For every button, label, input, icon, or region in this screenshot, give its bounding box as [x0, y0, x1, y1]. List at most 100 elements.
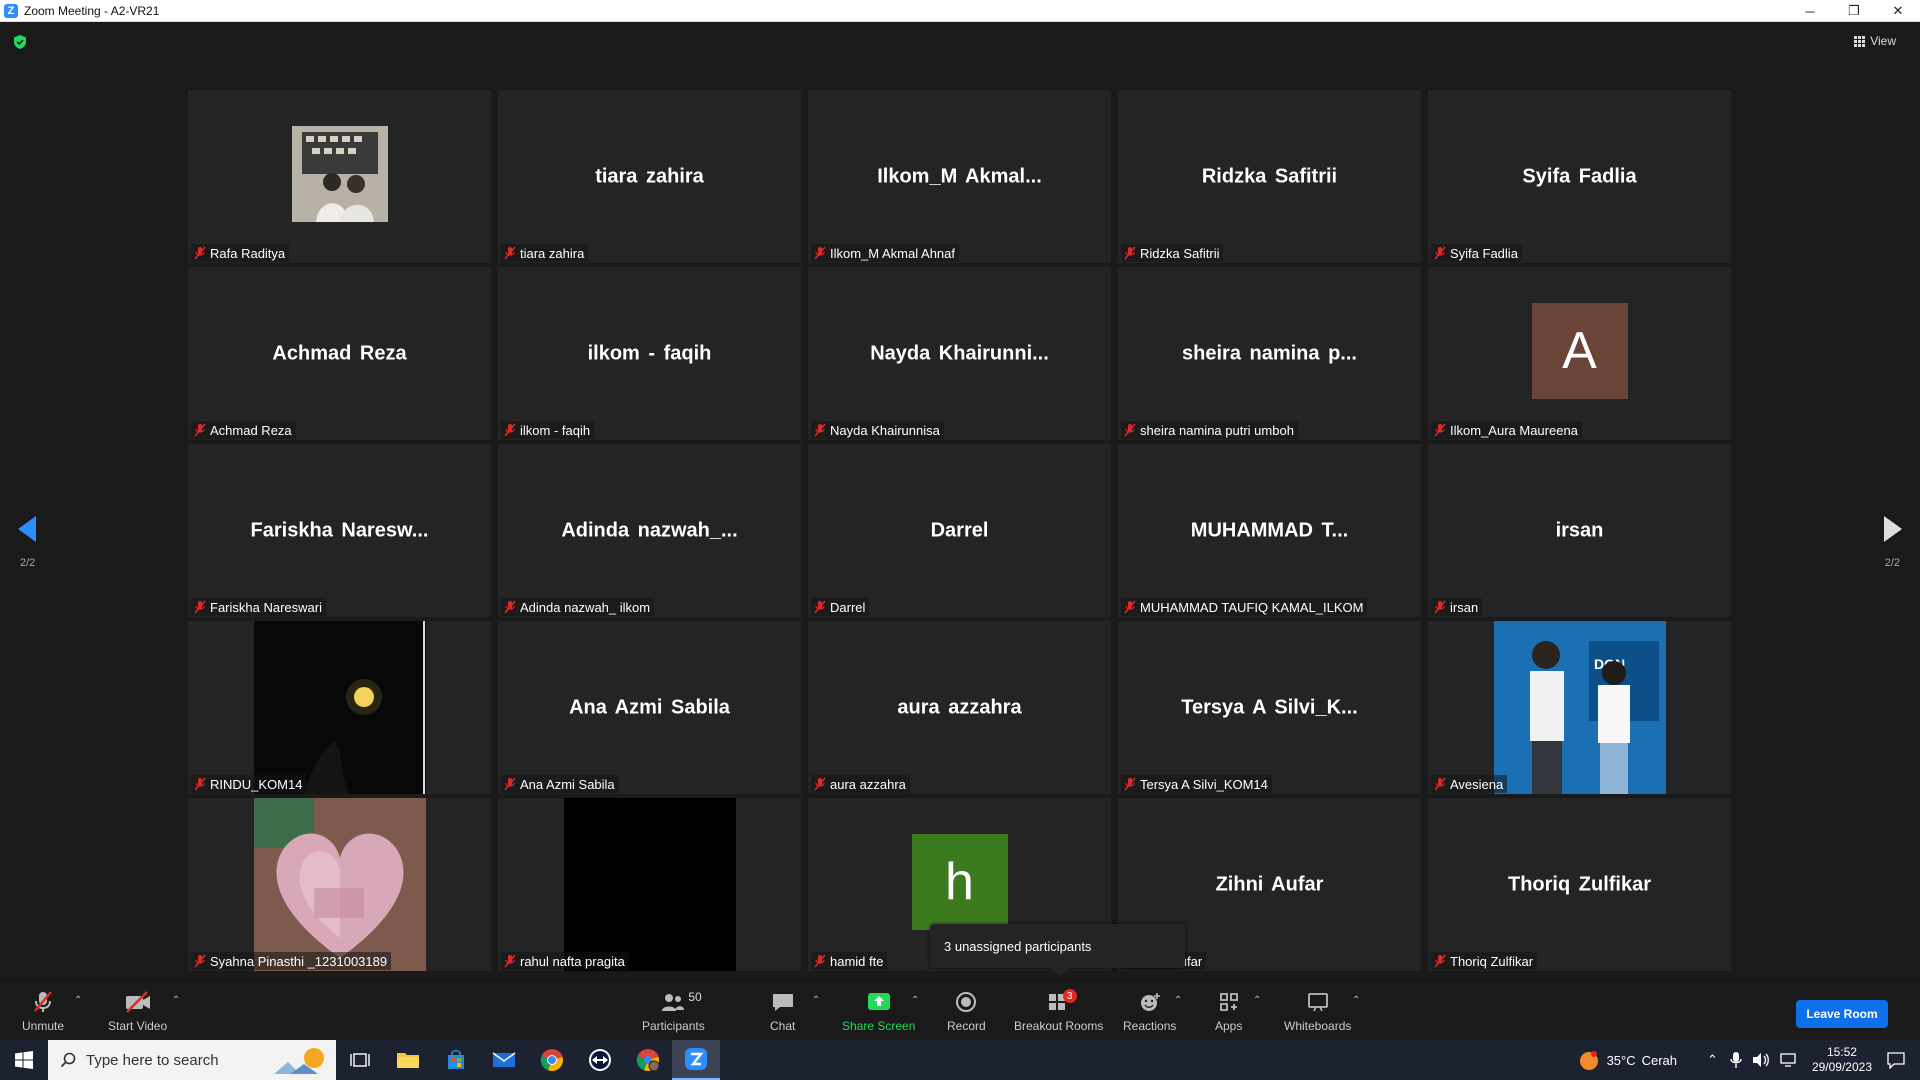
- participant-name: Nayda Khairunnisa: [830, 422, 940, 438]
- file-explorer-button[interactable]: [384, 1040, 432, 1080]
- participant-tile[interactable]: tiara zahira tiara zahira: [498, 90, 801, 263]
- participant-tile[interactable]: Rafa Raditya: [188, 90, 491, 263]
- participant-tile[interactable]: ilkom - faqih ilkom - faqih: [498, 267, 801, 440]
- muted-mic-icon: [1434, 246, 1446, 260]
- muted-mic-icon: [1124, 246, 1136, 260]
- minimize-button[interactable]: ─: [1788, 0, 1832, 22]
- audio-options-caret-icon[interactable]: ⌃: [74, 995, 82, 1006]
- muted-mic-icon: [1434, 777, 1446, 791]
- share-screen-icon: [867, 993, 890, 1010]
- start-button[interactable]: [0, 1040, 48, 1080]
- start-video-button[interactable]: Start Video: [108, 987, 167, 1033]
- leave-room-button[interactable]: Leave Room: [1796, 1000, 1888, 1028]
- volume-icon[interactable]: [1752, 1052, 1770, 1068]
- share-screen-button[interactable]: Share Screen: [842, 987, 915, 1033]
- breakout-rooms-label: Breakout Rooms: [1014, 1019, 1104, 1033]
- participant-tile[interactable]: Darrel Darrel: [808, 444, 1111, 617]
- share-options-caret-icon[interactable]: ⌃: [911, 995, 919, 1006]
- participant-tile[interactable]: Ilkom_M Akmal... Ilkom_M Akmal Ahnaf: [808, 90, 1111, 263]
- record-button[interactable]: Record: [947, 987, 986, 1033]
- participant-tile[interactable]: Syifa Fadlia Syifa Fadlia: [1428, 90, 1731, 263]
- chrome-icon: [540, 1049, 563, 1072]
- whiteboards-options-caret-icon[interactable]: ⌃: [1352, 995, 1360, 1006]
- weather-text[interactable]: Cerah: [1642, 1053, 1677, 1068]
- restore-button[interactable]: ❐: [1832, 0, 1876, 22]
- reactions-options-caret-icon[interactable]: ⌃: [1174, 995, 1182, 1006]
- participant-tile[interactable]: Adinda nazwah_... Adinda nazwah_ ilkom: [498, 444, 801, 617]
- participant-tile[interactable]: aura azzahra aura azzahra: [808, 621, 1111, 794]
- participant-tile[interactable]: Thoriq Zulfikar Thoriq Zulfikar: [1428, 798, 1731, 971]
- participant-display-name: Thoriq Zulfikar: [1508, 873, 1651, 895]
- participant-name-label: Fariskha Nareswari: [191, 598, 326, 616]
- weather-temp[interactable]: 35°C: [1607, 1053, 1636, 1068]
- meeting-toolbar: Unmute ⌃ Start Video ⌃ 50 Participants C…: [0, 980, 1920, 1040]
- participant-name: Ana Azmi Sabila: [520, 776, 615, 792]
- muted-mic-icon: [1434, 423, 1446, 437]
- chrome-button[interactable]: [528, 1040, 576, 1080]
- tray-overflow-chevron-icon[interactable]: ⌃: [1707, 1052, 1718, 1068]
- view-label: View: [1870, 34, 1896, 48]
- taskbar-search-box[interactable]: Type here to search: [48, 1040, 336, 1080]
- tray-microphone-icon[interactable]: [1730, 1051, 1742, 1069]
- apps-options-caret-icon[interactable]: ⌃: [1253, 995, 1261, 1006]
- record-label: Record: [947, 1019, 986, 1033]
- reactions-button[interactable]: Reactions: [1123, 987, 1176, 1033]
- teamviewer-button[interactable]: [576, 1040, 624, 1080]
- muted-mic-icon: [504, 246, 516, 260]
- participant-display-name: Tersya A Silvi_K...: [1181, 696, 1358, 718]
- participant-tile[interactable]: rahul nafta pragita: [498, 798, 801, 971]
- participant-tile[interactable]: Syahna Pinasthi _1231003189: [188, 798, 491, 971]
- windows-logo-icon: [15, 1051, 33, 1069]
- participant-tile[interactable]: irsan irsan: [1428, 444, 1731, 617]
- breakout-rooms-button[interactable]: 3 Breakout Rooms: [1014, 987, 1103, 1033]
- encryption-shield-icon[interactable]: [12, 34, 28, 50]
- chat-button[interactable]: Chat: [770, 987, 795, 1033]
- system-tray: 35°C Cerah ⌃ 15:52 29/09/2023: [1577, 1040, 1920, 1080]
- participant-tile[interactable]: Achmad Reza Achmad Reza: [188, 267, 491, 440]
- whiteboards-button[interactable]: Whiteboards: [1284, 987, 1351, 1033]
- chrome-profile-button[interactable]: [624, 1040, 672, 1080]
- muted-mic-icon: [194, 954, 206, 968]
- chrome-profile-icon: [636, 1049, 660, 1072]
- participant-display-name: tiara zahira: [595, 165, 704, 187]
- participant-tile[interactable]: MUHAMMAD T... MUHAMMAD TAUFIQ KAMAL_ILKOM: [1118, 444, 1421, 617]
- chat-options-caret-icon[interactable]: ⌃: [812, 995, 820, 1006]
- previous-page-arrow-icon[interactable]: [18, 516, 36, 542]
- participant-tile[interactable]: RINDU_KOM14: [188, 621, 491, 794]
- participant-name: MUHAMMAD TAUFIQ KAMAL_ILKOM: [1140, 599, 1364, 615]
- page-indicator-left: 2/2: [20, 557, 36, 569]
- participant-name: Darrel: [830, 599, 866, 615]
- participants-button[interactable]: 50 Participants: [642, 987, 705, 1033]
- participant-name: Achmad Reza: [210, 422, 292, 438]
- task-view-button[interactable]: [336, 1040, 384, 1080]
- participant-name-label: ilkom - faqih: [501, 421, 595, 439]
- network-icon[interactable]: [1780, 1052, 1798, 1068]
- participant-name-label: Ana Azmi Sabila: [501, 775, 619, 793]
- video-options-caret-icon[interactable]: ⌃: [172, 995, 180, 1006]
- close-button[interactable]: ✕: [1876, 0, 1920, 22]
- next-page-arrow-icon[interactable]: [1884, 516, 1902, 542]
- participant-tile[interactable]: Nayda Khairunni... Nayda Khairunnisa: [808, 267, 1111, 440]
- participant-display-name: Ana Azmi Sabila: [569, 696, 730, 718]
- participant-tile[interactable]: A Ilkom_Aura Maureena: [1428, 267, 1731, 440]
- participant-tile[interactable]: DONAvesiena: [1428, 621, 1731, 794]
- participant-tile[interactable]: Ridzka Safitrii Ridzka Safitrii: [1118, 90, 1421, 263]
- breakout-rooms-tooltip: 3 unassigned participants: [930, 924, 1185, 968]
- participant-tile[interactable]: sheira namina p... sheira namina putri um…: [1118, 267, 1421, 440]
- zoom-taskbar-button[interactable]: [672, 1040, 720, 1080]
- unmute-button[interactable]: Unmute: [22, 987, 64, 1033]
- mail-button[interactable]: [480, 1040, 528, 1080]
- chat-icon: [772, 994, 793, 1011]
- participant-display-name: Ilkom_M Akmal...: [877, 165, 1042, 187]
- windows-taskbar: Type here to search 35°C Cerah ⌃ 15:52 2…: [0, 1040, 1920, 1080]
- page-indicator-right: 2/2: [1884, 557, 1900, 569]
- apps-button[interactable]: Apps: [1215, 987, 1242, 1033]
- participant-tile[interactable]: Fariskha Naresw... Fariskha Nareswari: [188, 444, 491, 617]
- participant-name-label: Tersya A Silvi_KOM14: [1121, 775, 1272, 793]
- participant-tile[interactable]: Tersya A Silvi_K... Tersya A Silvi_KOM14: [1118, 621, 1421, 794]
- microsoft-store-button[interactable]: [432, 1040, 480, 1080]
- view-button[interactable]: View: [1854, 34, 1896, 48]
- notifications-icon[interactable]: [1886, 1051, 1906, 1069]
- clock[interactable]: 15:52 29/09/2023: [1812, 1045, 1872, 1075]
- participant-tile[interactable]: Ana Azmi Sabila Ana Azmi Sabila: [498, 621, 801, 794]
